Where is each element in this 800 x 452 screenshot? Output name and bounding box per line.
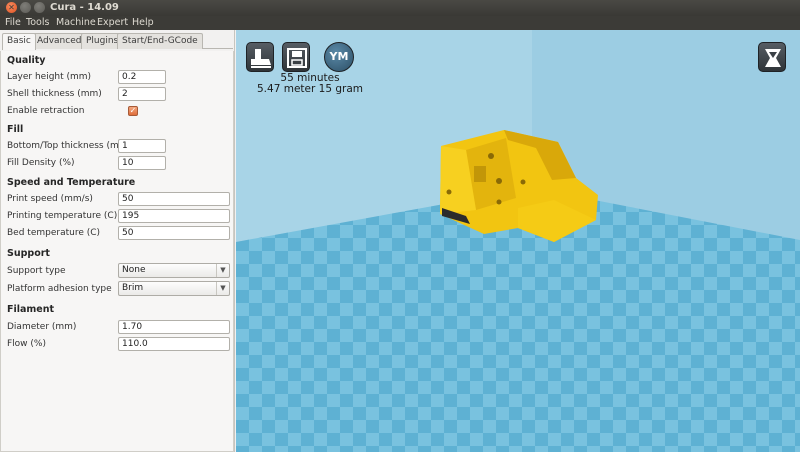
bed-temperature-label: Bed temperature (C) xyxy=(7,228,101,238)
section-fill: Fill xyxy=(7,124,24,135)
enable-retraction-label: Enable retraction xyxy=(7,106,85,116)
diameter-label: Diameter (mm) xyxy=(7,322,77,332)
bed-temperature-input[interactable]: 50 xyxy=(118,226,230,240)
printing-temperature-input[interactable]: 195 xyxy=(118,209,230,223)
window-title: Cura - 14.09 xyxy=(50,2,119,13)
bottom-top-thickness-input[interactable]: 1 xyxy=(118,139,166,153)
menu-tools[interactable]: Tools xyxy=(26,17,49,28)
section-quality: Quality xyxy=(7,55,46,66)
menu-machine[interactable]: Machine xyxy=(56,17,96,28)
chevron-down-icon: ▼ xyxy=(216,264,229,277)
chevron-down-icon: ▼ xyxy=(216,282,229,295)
layer-height-label: Layer height (mm) xyxy=(7,72,92,82)
3d-viewport[interactable]: YM 55 minutes 5.47 meter 15 gram xyxy=(236,30,800,452)
layer-height-input[interactable]: 0.2 xyxy=(118,70,166,84)
save-toolpath-button[interactable] xyxy=(282,42,310,72)
checkmark-icon: ✓ xyxy=(129,106,137,115)
shell-thickness-label: Shell thickness (mm) xyxy=(7,89,102,99)
support-type-label: Support type xyxy=(7,266,66,276)
enable-retraction-checkbox[interactable]: ✓ xyxy=(128,106,138,116)
fill-density-label: Fill Density (%) xyxy=(7,158,75,168)
flow-input[interactable]: 110.0 xyxy=(118,337,230,351)
support-type-value: None xyxy=(122,265,146,275)
settings-panel: Basic Advanced Plugins Start/End-GCode Q… xyxy=(0,30,235,452)
close-window-button[interactable]: ✕ xyxy=(6,2,17,13)
support-type-select[interactable]: None ▼ xyxy=(118,263,230,278)
printing-temperature-label: Printing temperature (C) xyxy=(7,211,118,221)
maximize-window-button[interactable] xyxy=(34,2,45,13)
title-bar: ✕ Cura - 14.09 xyxy=(0,0,800,16)
platform-adhesion-value: Brim xyxy=(122,283,144,293)
shell-thickness-input[interactable]: 2 xyxy=(118,87,166,101)
load-icon xyxy=(251,49,271,68)
bottom-top-thickness-label: Bottom/Top thickness (mm) xyxy=(7,141,132,151)
print-speed-input[interactable]: 50 xyxy=(118,192,230,206)
fill-density-input[interactable]: 10 xyxy=(118,156,166,170)
view-mode-button[interactable] xyxy=(758,42,786,72)
section-filament: Filament xyxy=(7,304,55,315)
menu-help[interactable]: Help xyxy=(132,17,154,28)
youmagine-button[interactable]: YM xyxy=(324,42,354,72)
section-speed-temperature: Speed and Temperature xyxy=(7,177,136,188)
platform-adhesion-label: Platform adhesion type xyxy=(7,284,112,294)
load-model-button[interactable] xyxy=(246,42,274,72)
view-mode-icon xyxy=(765,49,781,67)
menu-file[interactable]: File xyxy=(5,17,21,28)
tab-basic[interactable]: Basic xyxy=(2,33,36,50)
minimize-window-button[interactable] xyxy=(20,2,31,13)
basic-settings: Quality Layer height (mm) 0.2 Shell thic… xyxy=(0,51,234,452)
print-speed-label: Print speed (mm/s) xyxy=(7,194,93,204)
flow-label: Flow (%) xyxy=(7,339,46,349)
close-icon: ✕ xyxy=(8,3,15,12)
diameter-input[interactable]: 1.70 xyxy=(118,320,230,334)
section-support: Support xyxy=(7,248,50,259)
tab-start-end-gcode[interactable]: Start/End-GCode xyxy=(117,33,203,49)
menu-bar: File Tools Machine Expert Help xyxy=(0,16,800,30)
save-icon xyxy=(287,48,307,68)
print-material: 5.47 meter 15 gram xyxy=(257,83,363,95)
tab-advanced[interactable]: Advanced xyxy=(32,33,87,49)
settings-tabs: Basic Advanced Plugins Start/End-GCode xyxy=(2,33,233,50)
platform-adhesion-select[interactable]: Brim ▼ xyxy=(118,281,230,296)
menu-expert[interactable]: Expert xyxy=(97,17,128,28)
